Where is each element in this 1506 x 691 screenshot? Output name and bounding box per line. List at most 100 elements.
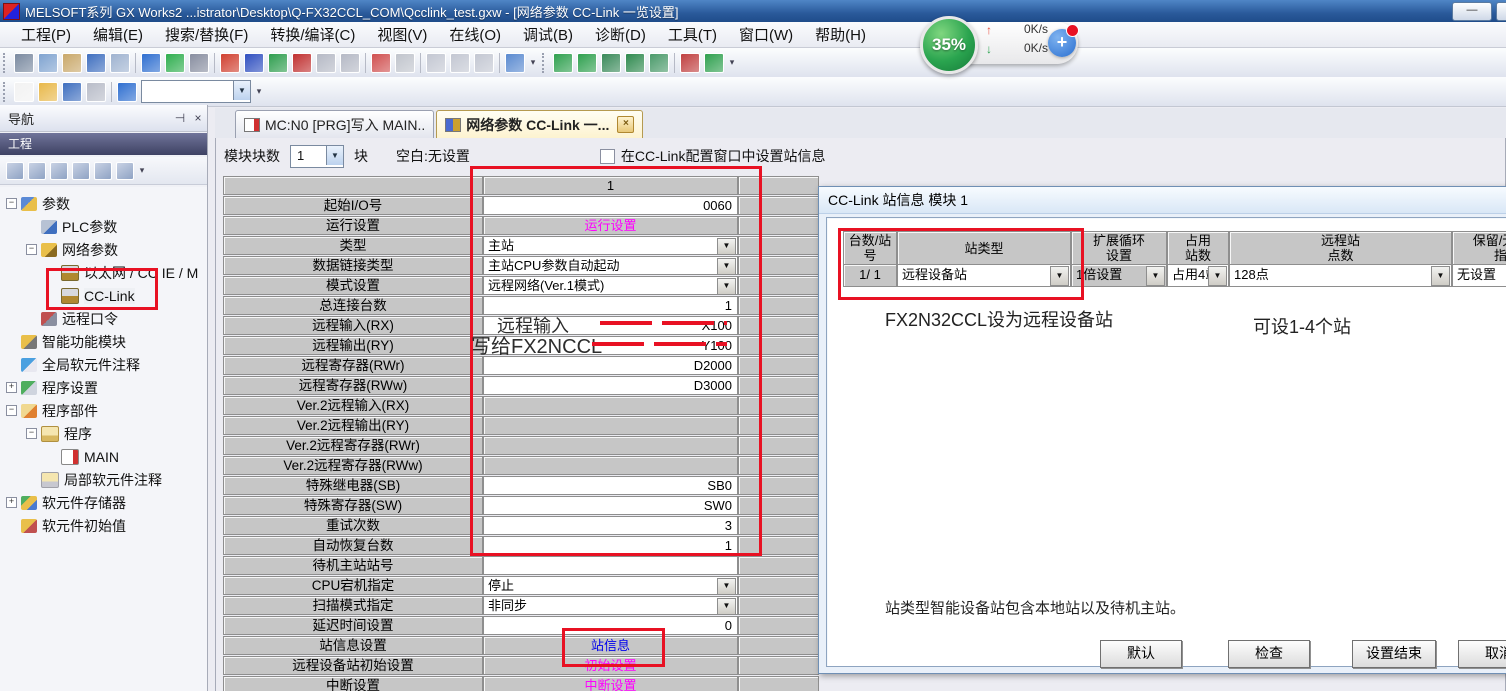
cancel-button[interactable]: 取消 — [1458, 640, 1506, 668]
param-value[interactable]: SW0 — [483, 496, 738, 515]
station-cell-4[interactable]: 128点▼ — [1229, 264, 1452, 287]
chevron-down-icon[interactable]: ▼ — [1208, 266, 1227, 286]
sort-filter-icon[interactable] — [116, 162, 134, 180]
monitor-b-icon[interactable] — [340, 53, 360, 73]
device-off-icon[interactable] — [395, 53, 415, 73]
setting-end-button[interactable]: 设置结束 — [1352, 640, 1436, 668]
param-dropdown[interactable]: 主站▼ — [483, 236, 738, 255]
menu-item-8[interactable]: 工具(T) — [657, 22, 728, 47]
pin-icon[interactable]: ⊣ — [171, 111, 189, 125]
program-screen-icon[interactable] — [165, 53, 185, 73]
tab-0[interactable]: MC:N0 [PRG]写入 MAIN.. — [235, 110, 434, 138]
menu-item-7[interactable]: 诊断(D) — [584, 22, 657, 47]
save-icon[interactable] — [62, 82, 82, 102]
close-icon[interactable]: × — [189, 111, 207, 125]
tree-item-程序[interactable]: −程序 — [26, 423, 92, 444]
watch-shot-icon[interactable] — [649, 53, 669, 73]
default-button[interactable]: 默认 — [1100, 640, 1182, 668]
paste-icon[interactable] — [62, 53, 82, 73]
tree-item-软元件初始值[interactable]: 软元件初始值 — [6, 515, 126, 536]
param-link-magenta[interactable]: 中断设置 — [483, 676, 738, 691]
toolbar-grip[interactable] — [3, 53, 9, 73]
tree-expander[interactable]: − — [26, 244, 37, 255]
param-value[interactable]: D3000 — [483, 376, 738, 395]
minimize-button[interactable]: — — [1452, 2, 1492, 21]
menu-item-6[interactable]: 调试(B) — [512, 22, 584, 47]
device-on-icon[interactable] — [371, 53, 391, 73]
tree-item-PLC参数[interactable]: PLC参数 — [26, 216, 117, 237]
chevron-down-icon[interactable]: ▼ — [1146, 266, 1165, 286]
chevron-down-icon[interactable]: ▼ — [1431, 266, 1450, 286]
redo-icon[interactable] — [110, 53, 130, 73]
station-cell-5[interactable]: 无设置 — [1452, 264, 1506, 287]
tree-item-软元件存储器[interactable]: +软元件存储器 — [6, 492, 126, 513]
tree-expander[interactable]: − — [6, 198, 17, 209]
param-value[interactable]: 0060 — [483, 196, 738, 215]
tree-item-智能功能模块[interactable]: 智能功能模块 — [6, 331, 126, 352]
tree-item-CC-Link[interactable]: CC-Link — [46, 285, 135, 306]
station-cell-1[interactable]: 远程设备站▼ — [897, 264, 1071, 287]
param-value[interactable]: 0 — [483, 616, 738, 635]
info-doc-icon[interactable] — [72, 162, 90, 180]
module-count-select[interactable]: 1 ▼ — [290, 145, 344, 168]
help-icon[interactable] — [117, 82, 137, 102]
menu-item-5[interactable]: 在线(O) — [438, 22, 512, 47]
trend-graph-icon[interactable] — [553, 53, 573, 73]
chevron-down-icon[interactable]: ▼ — [717, 238, 736, 255]
check-button[interactable]: 检查 — [1228, 640, 1310, 668]
window-a-icon[interactable] — [426, 53, 446, 73]
paste-icon[interactable] — [50, 162, 68, 180]
tab-1[interactable]: 网络参数 CC-Link 一...× — [436, 110, 643, 138]
tree-item-参数[interactable]: −参数 — [6, 193, 70, 214]
station-cell-2[interactable]: 1倍设置▼ — [1071, 264, 1167, 287]
tree-item-以太网 / CC IE / M[interactable]: 以太网 / CC IE / M — [46, 262, 198, 283]
monitor-flag-icon[interactable] — [292, 53, 312, 73]
toolbar-grip[interactable] — [542, 53, 548, 73]
menu-item-9[interactable]: 窗口(W) — [728, 22, 804, 47]
find-combobox[interactable]: ▼ — [141, 80, 251, 103]
toolbar-overflow-icon[interactable]: ▾ — [726, 53, 738, 73]
watch-find-icon[interactable] — [625, 53, 645, 73]
param-dropdown[interactable]: 停止▼ — [483, 576, 738, 595]
station-info-link[interactable]: 站信息 — [483, 636, 738, 655]
print-icon[interactable] — [86, 82, 106, 102]
menu-item-1[interactable]: 编辑(E) — [82, 22, 154, 47]
cut-icon[interactable] — [14, 53, 34, 73]
tree-item-全局软元件注释[interactable]: 全局软元件注释 — [6, 354, 140, 375]
param-link-magenta[interactable]: 初始设置 — [483, 656, 738, 675]
copy-icon[interactable] — [28, 162, 46, 180]
tree-item-程序部件[interactable]: −程序部件 — [6, 400, 98, 421]
refresh-icon[interactable] — [94, 162, 112, 180]
trend-point-icon[interactable] — [577, 53, 597, 73]
tree-expander[interactable]: − — [26, 428, 37, 439]
tree-item-MAIN[interactable]: MAIN — [46, 446, 119, 467]
menu-item-10[interactable]: 帮助(H) — [804, 22, 877, 47]
param-dropdown[interactable]: 远程网络(Ver.1模式)▼ — [483, 276, 738, 295]
param-dropdown[interactable]: 主站CPU参数自动起动▼ — [483, 256, 738, 275]
tree-expander[interactable]: − — [6, 405, 17, 416]
verify-with-plc-icon[interactable] — [268, 53, 288, 73]
tree-item-远程口令[interactable]: 远程口令 — [26, 308, 118, 329]
open-icon[interactable] — [38, 82, 58, 102]
cclink-config-window-checkbox[interactable] — [600, 149, 615, 164]
param-link-magenta[interactable]: 运行设置 — [483, 216, 738, 235]
param-dropdown[interactable]: 非同步▼ — [483, 596, 738, 615]
graph-red-icon[interactable] — [680, 53, 700, 73]
station-cell-3[interactable]: 占用4站▼ — [1167, 264, 1229, 287]
chevron-down-icon[interactable]: ▼ — [717, 578, 736, 595]
toolbar-grip[interactable] — [3, 82, 9, 102]
param-value[interactable]: 3 — [483, 516, 738, 535]
menu-item-0[interactable]: 工程(P) — [10, 22, 82, 47]
chevron-down-icon[interactable]: ▾ — [136, 161, 148, 181]
toolbar-overflow-icon[interactable]: ▾ — [527, 53, 539, 73]
new-icon[interactable] — [14, 82, 34, 102]
write-to-plc-icon[interactable] — [220, 53, 240, 73]
param-value[interactable]: SB0 — [483, 476, 738, 495]
tree-expander[interactable]: + — [6, 497, 17, 508]
toolbar-overflow-icon[interactable]: ▾ — [253, 82, 265, 102]
tree-item-网络参数[interactable]: −网络参数 — [26, 239, 118, 260]
restore-button[interactable] — [1496, 2, 1506, 21]
chevron-down-icon[interactable]: ▼ — [717, 278, 736, 295]
tree-item-程序设置[interactable]: +程序设置 — [6, 377, 98, 398]
monitor-screen-icon[interactable] — [505, 53, 525, 73]
